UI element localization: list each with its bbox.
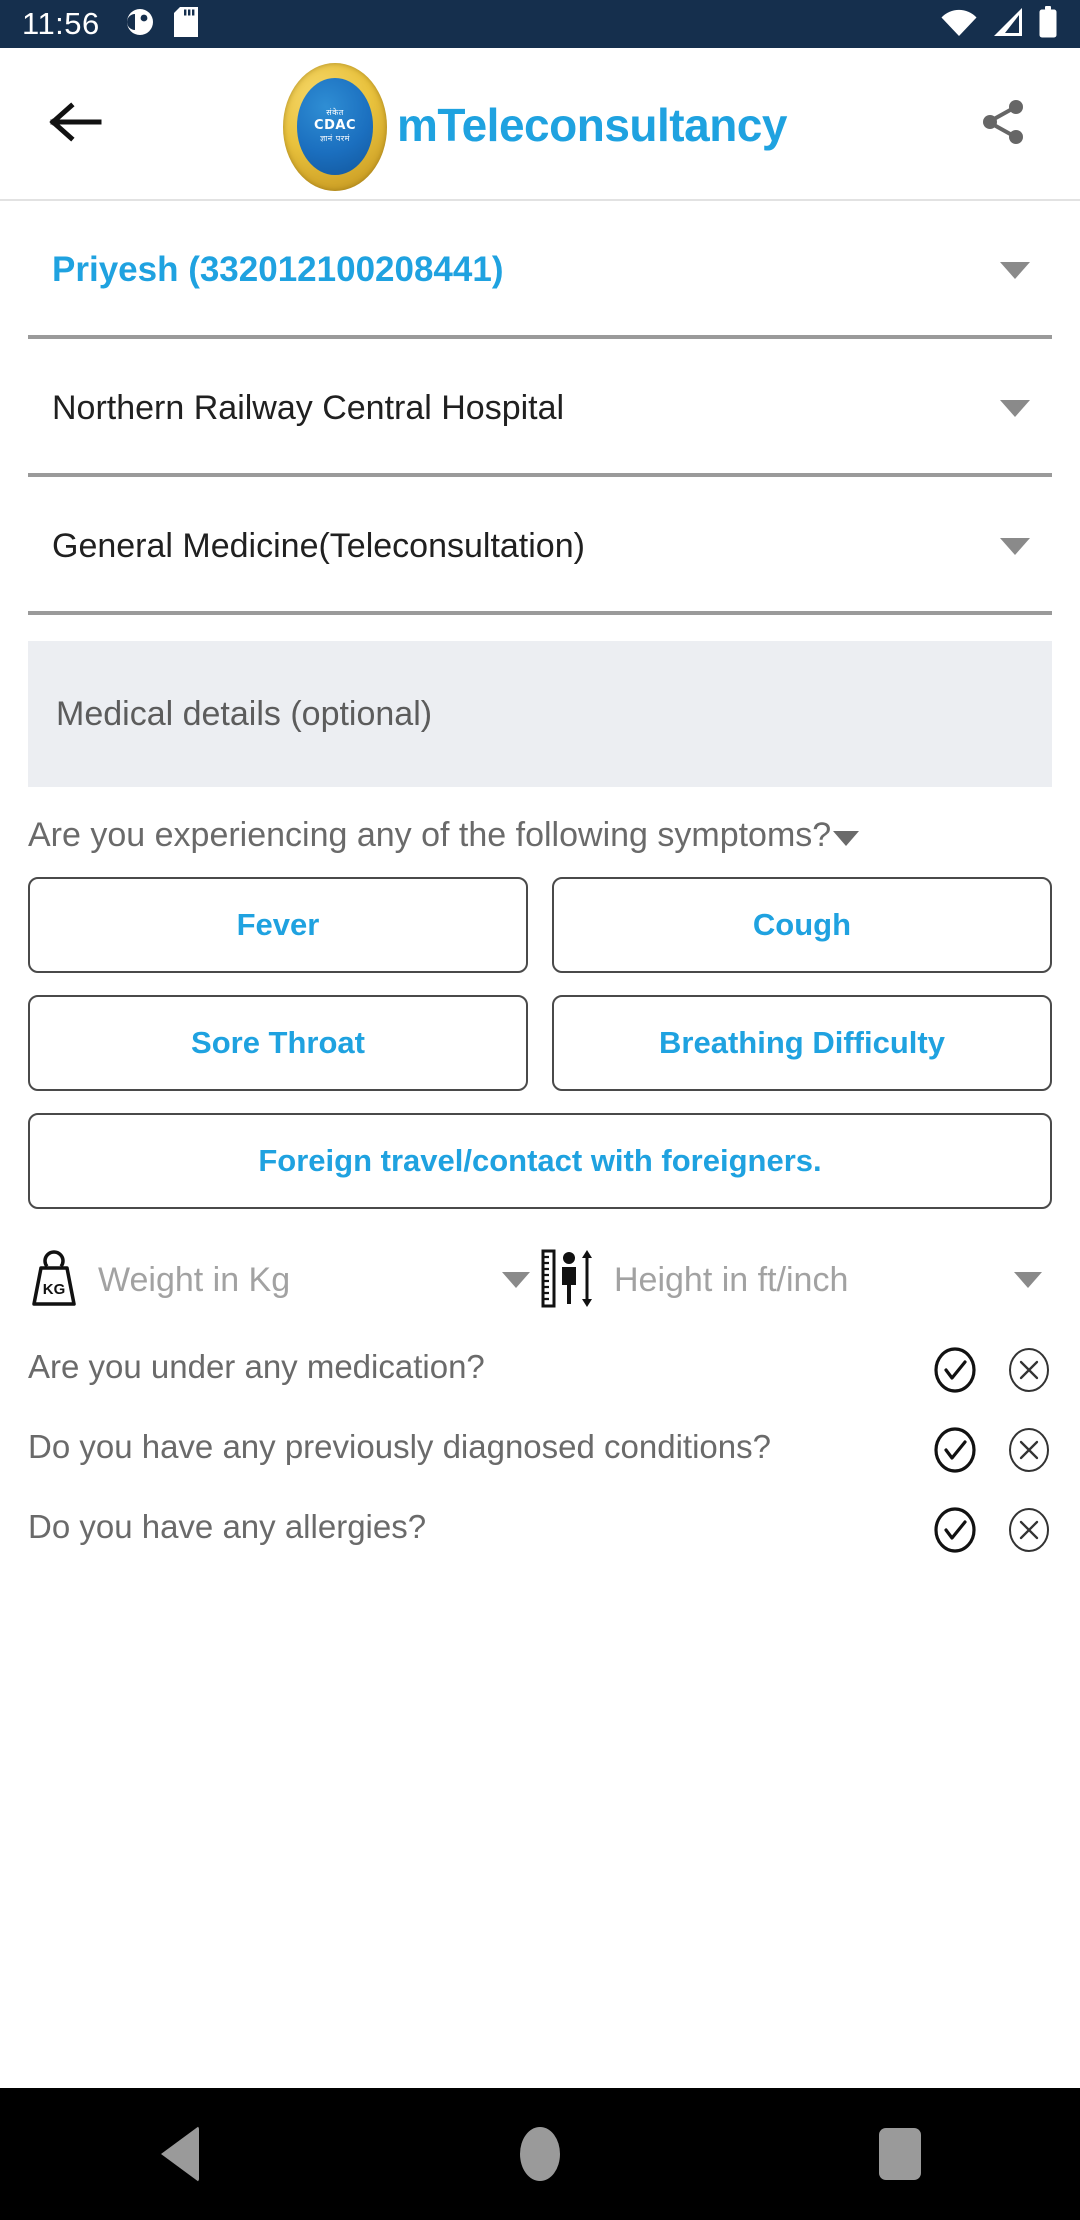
question-label: Do you have any allergies? xyxy=(28,1508,427,1545)
symptom-chip-row: Fever Cough xyxy=(28,877,1052,973)
status-bar-system-icons xyxy=(940,5,1058,43)
question-row-medication: Are you under any medication? xyxy=(28,1343,1052,1393)
logo-emblem-text: संकेत CDAC ज्ञानं परमं xyxy=(314,108,356,144)
nav-home-icon xyxy=(520,2127,560,2181)
nav-recents-icon xyxy=(879,2128,921,2180)
status-bar-clock: 11:56 xyxy=(22,6,100,41)
nav-home-button[interactable] xyxy=(460,2088,620,2220)
symptom-chip-breathing-difficulty[interactable]: Breathing Difficulty xyxy=(552,995,1052,1091)
back-button[interactable] xyxy=(24,73,128,177)
weight-height-row: KG Weight in Kg Height in ft/inch xyxy=(28,1243,1052,1317)
page-title: mTeleconsultancy xyxy=(397,98,787,151)
symptom-chip-sore-throat[interactable]: Sore Throat xyxy=(28,995,528,1091)
symptom-chip-group: Fever Cough Sore Throat Breathing Diffic… xyxy=(28,877,1052,1209)
dropdown-caret-icon xyxy=(833,831,860,846)
weight-kg-icon: KG xyxy=(28,1248,80,1313)
spinner-underline xyxy=(28,611,1052,615)
question-label: Do you have any previously diagnosed con… xyxy=(28,1428,771,1465)
question-options xyxy=(932,1423,1052,1473)
question-row-diagnosed-conditions: Do you have any previously diagnosed con… xyxy=(28,1423,1052,1473)
symptom-chip-fever[interactable]: Fever xyxy=(28,877,528,973)
wifi-icon xyxy=(940,7,978,42)
department-spinner[interactable]: General Medicine(Teleconsultation) xyxy=(28,477,1052,615)
height-input-placeholder: Height in ft/inch xyxy=(614,1260,849,1299)
height-spinner[interactable]: Height in ft/inch xyxy=(540,1247,1052,1314)
nav-recents-button[interactable] xyxy=(820,2088,980,2220)
status-bar-notification-icons xyxy=(126,6,198,42)
symptom-chip-foreign-travel[interactable]: Foreign travel/contact with foreigners. xyxy=(28,1113,1052,1209)
cross-circle-icon[interactable] xyxy=(1006,1347,1052,1393)
mobile-signal-icon xyxy=(992,7,1024,42)
symptoms-question-label: Are you experiencing any of the followin… xyxy=(28,816,832,854)
symptom-chip-cough[interactable]: Cough xyxy=(552,877,1052,973)
weight-input-placeholder: Weight in Kg xyxy=(98,1260,291,1299)
app-notification-icon xyxy=(126,7,154,42)
height-ruler-icon xyxy=(540,1247,596,1314)
cross-circle-icon[interactable] xyxy=(1006,1507,1052,1553)
nav-back-icon xyxy=(161,2126,199,2182)
hospital-spinner-value: Northern Railway Central Hospital xyxy=(52,388,565,427)
patient-spinner-value: Priyesh (332012100208441) xyxy=(52,250,504,289)
dropdown-caret-icon xyxy=(1000,261,1030,279)
check-circle-icon[interactable] xyxy=(932,1507,978,1553)
nav-back-button[interactable] xyxy=(100,2088,260,2220)
form-scroll-area[interactable]: Priyesh (332012100208441) Northern Railw… xyxy=(0,201,1080,2088)
problem-description-label-clipped: Problem Description* xyxy=(28,1583,1052,1609)
hospital-spinner[interactable]: Northern Railway Central Hospital xyxy=(28,339,1052,477)
question-label: Are you under any medication? xyxy=(28,1348,485,1385)
symptom-chip-row: Foreign travel/contact with foreigners. xyxy=(28,1113,1052,1209)
dropdown-caret-icon xyxy=(1000,537,1030,555)
weight-spinner[interactable]: KG Weight in Kg xyxy=(28,1248,540,1313)
battery-icon xyxy=(1038,5,1058,43)
question-row-allergies: Do you have any allergies? xyxy=(28,1503,1052,1553)
cdac-logo-icon: संकेत CDAC ज्ञानं परमं xyxy=(283,62,388,191)
back-arrow-icon xyxy=(49,100,103,149)
check-circle-icon[interactable] xyxy=(932,1347,978,1393)
share-button[interactable] xyxy=(952,73,1056,177)
yes-no-question-list: Are you under any medication? Do you hav… xyxy=(28,1343,1052,1553)
medical-details-header-label: Medical details (optional) xyxy=(56,694,433,733)
status-bar: 11:56 xyxy=(0,0,1080,48)
phone-screen: 11:56 संकेत CDAC ज्ञानं परमं mTeleconsul… xyxy=(0,0,1080,2220)
medical-details-header: Medical details (optional) xyxy=(28,641,1052,787)
dropdown-caret-icon xyxy=(1014,1272,1042,1288)
symptom-chip-row: Sore Throat Breathing Difficulty xyxy=(28,995,1052,1091)
patient-spinner[interactable]: Priyesh (332012100208441) xyxy=(28,201,1052,339)
symptoms-question[interactable]: Are you experiencing any of the followin… xyxy=(28,815,1052,855)
dropdown-caret-icon xyxy=(1000,399,1030,417)
android-navigation-bar xyxy=(0,2088,1080,2220)
department-spinner-value: General Medicine(Teleconsultation) xyxy=(52,526,585,565)
svg-text:KG: KG xyxy=(43,1281,66,1298)
question-options xyxy=(932,1503,1052,1553)
sd-card-icon xyxy=(173,6,198,42)
cross-circle-icon[interactable] xyxy=(1006,1427,1052,1473)
app-bar: संकेत CDAC ज्ञानं परमं mTeleconsultancy xyxy=(0,48,1080,201)
dropdown-caret-icon xyxy=(502,1272,530,1288)
check-circle-icon[interactable] xyxy=(932,1427,978,1473)
share-icon xyxy=(981,98,1027,151)
brand: संकेत CDAC ज्ञानं परमं mTeleconsultancy xyxy=(118,59,952,191)
question-options xyxy=(932,1343,1052,1393)
